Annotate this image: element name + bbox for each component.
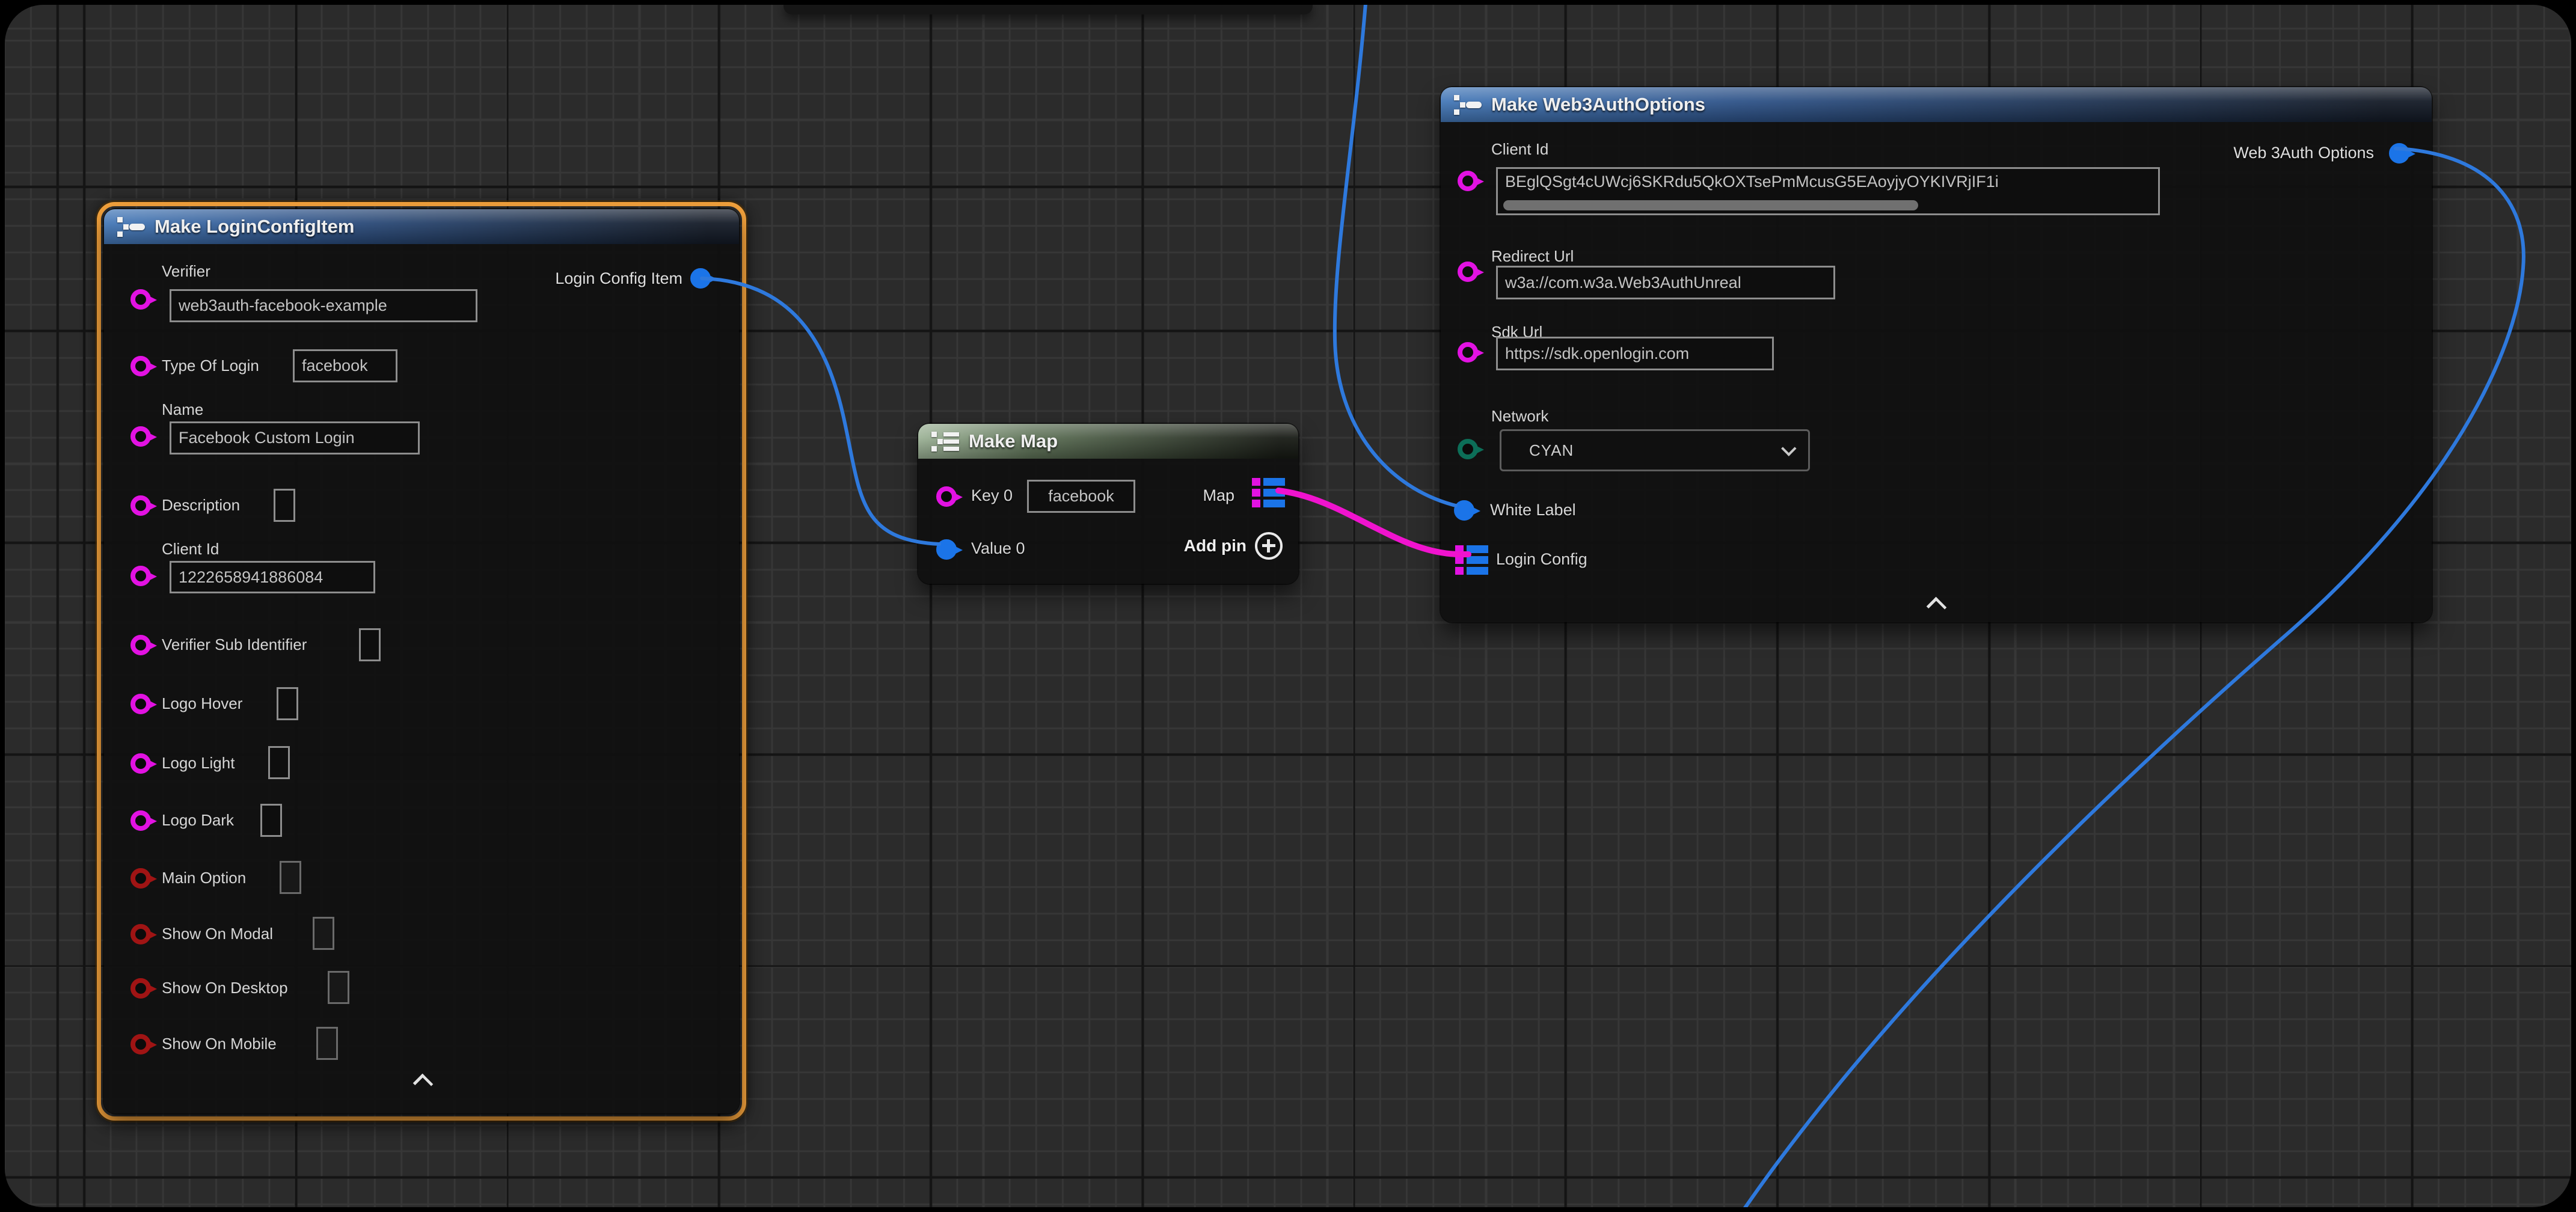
white-label-label: White Label [1490,501,1576,519]
network-label: Network [1491,407,1548,426]
pin-client-id[interactable] [1458,171,1478,191]
pin-description[interactable] [130,495,151,516]
add-pin-button[interactable]: Add pin [1184,532,1283,560]
pin-white-label[interactable] [1454,500,1474,521]
pin-name[interactable] [130,426,151,447]
pin-key-0[interactable] [936,486,957,507]
selection-border: Make LoginConfigItem Login Config Item V… [97,202,746,1121]
verifier-sub-identifier-input[interactable] [359,628,381,661]
pin-logo-dark[interactable] [130,810,151,831]
sdk-url-input[interactable]: https://sdk.openlogin.com [1496,337,1774,370]
name-label: Name [162,400,203,419]
node-header[interactable]: Make Map [918,424,1298,459]
pin-main-option[interactable] [130,868,151,889]
client-id-input[interactable]: 1222658941886084 [170,561,375,593]
key-0-input[interactable]: facebook [1027,480,1135,513]
pin-logo-hover[interactable] [130,694,151,714]
network-selected-value: CYAN [1529,441,1574,460]
add-pin-plus-icon [1255,532,1283,560]
logo-hover-input[interactable] [277,687,298,720]
pin-show-on-desktop[interactable] [130,978,151,999]
main-option-label: Main Option [162,869,246,887]
wire-map-to-login-config[interactable] [1278,491,1468,554]
logo-hover-label: Logo Hover [162,694,242,713]
map-output-pin[interactable] [1252,478,1285,507]
output-label: Web 3Auth Options [2233,144,2374,162]
main-option-checkbox[interactable] [280,861,301,894]
login-config-label: Login Config [1496,550,1587,569]
description-label: Description [162,496,240,515]
collapse-node-button[interactable] [1924,597,1948,613]
blueprint-editor-window: Make LoginConfigItem Login Config Item V… [0,0,2576,1212]
show-on-modal-label: Show On Modal [162,925,273,943]
show-on-modal-checkbox[interactable] [313,917,334,950]
chevron-down-icon [1781,441,1796,456]
client-id-label: Client Id [1491,140,1548,159]
node-header[interactable]: Make LoginConfigItem [104,209,739,244]
pin-sdk-url[interactable] [1458,342,1478,363]
logo-light-label: Logo Light [162,754,235,773]
offscreen-node-fragment [784,5,1313,14]
pin-login-config[interactable] [1455,545,1488,575]
redirect-url-input[interactable]: w3a://com.w3a.Web3AuthUnreal [1496,266,1835,299]
node-title: Make LoginConfigItem [155,216,354,237]
pin-show-on-mobile[interactable] [130,1034,151,1054]
make-struct-icon [1454,93,1482,116]
output-label: Login Config Item [555,269,682,288]
value-0-label: Value 0 [971,539,1025,558]
make-map-icon [931,430,959,453]
make-struct-icon [117,215,145,238]
redirect-url-label: Redirect Url [1491,247,1574,266]
map-output-label: Map [1203,486,1234,505]
logo-dark-label: Logo Dark [162,811,234,830]
node-make-web3authoptions[interactable]: Make Web3AuthOptions Web 3Auth Options C… [1441,87,2432,622]
type-of-login-input[interactable]: facebook [293,349,397,382]
node-header[interactable]: Make Web3AuthOptions [1441,87,2432,122]
output-pin-web3auth-options[interactable] [2389,143,2409,164]
node-make-loginconfigitem[interactable]: Make LoginConfigItem Login Config Item V… [104,209,739,1113]
verifier-input[interactable]: web3auth-facebook-example [170,289,477,322]
pin-verifier-sub-identifier[interactable] [130,635,151,655]
pin-logo-light[interactable] [130,753,151,774]
verifier-label: Verifier [162,262,210,281]
node-make-map[interactable]: Make Map Key 0 facebook Map Value 0 Add … [918,424,1298,584]
wire-top-to-white-label[interactable] [1335,5,1456,506]
show-on-desktop-checkbox[interactable] [328,971,349,1004]
client-id-label: Client Id [162,540,219,559]
collapse-node-button[interactable] [411,1074,435,1089]
pin-client-id[interactable] [130,566,151,586]
output-pin-login-config-item[interactable] [690,268,711,289]
logo-dark-input[interactable] [260,804,282,837]
network-dropdown[interactable]: CYAN [1500,429,1810,471]
show-on-desktop-label: Show On Desktop [162,979,288,997]
pin-value-0[interactable] [936,539,957,560]
logo-light-input[interactable] [268,746,290,779]
node-title: Make Web3AuthOptions [1491,94,1705,115]
add-pin-label: Add pin [1184,536,1247,556]
pin-network[interactable] [1458,439,1478,459]
type-of-login-label: Type Of Login [162,357,259,375]
pin-show-on-modal[interactable] [130,924,151,944]
graph-canvas[interactable]: Make LoginConfigItem Login Config Item V… [5,5,2571,1207]
description-input[interactable] [274,489,295,522]
verifier-sub-identifier-label: Verifier Sub Identifier [162,635,307,654]
pin-type-of-login[interactable] [130,356,151,376]
client-id-scrollbar[interactable] [1503,200,1918,210]
pin-redirect-url[interactable] [1458,262,1478,282]
show-on-mobile-label: Show On Mobile [162,1035,277,1053]
pin-verifier[interactable] [130,289,151,310]
node-title: Make Map [969,430,1058,452]
show-on-mobile-checkbox[interactable] [316,1027,338,1060]
name-input[interactable]: Facebook Custom Login [170,421,420,454]
key-0-label: Key 0 [971,486,1013,505]
